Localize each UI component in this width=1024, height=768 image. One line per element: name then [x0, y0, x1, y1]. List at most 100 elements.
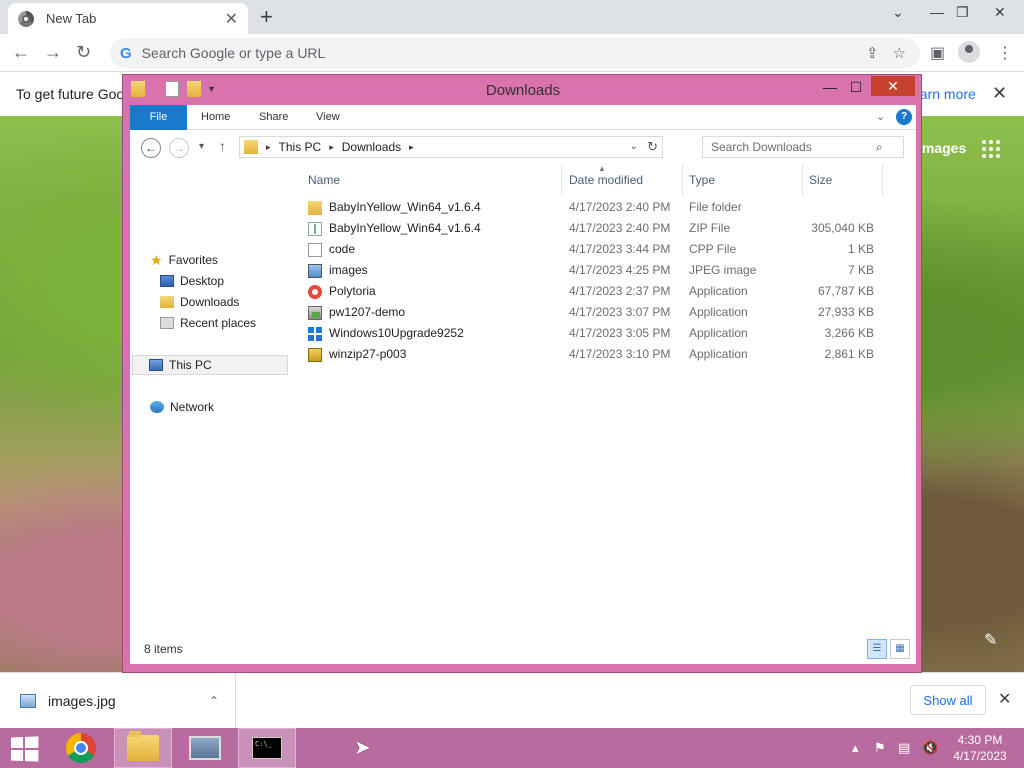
help-icon[interactable]: ? [896, 109, 912, 125]
show-all-button[interactable]: Show all [910, 685, 986, 715]
info-bar-close-icon[interactable]: ✕ [992, 83, 1007, 104]
taskbar-file-explorer-button[interactable] [114, 728, 172, 768]
column-header-size[interactable]: Size [803, 164, 883, 196]
breadcrumb-separator-icon[interactable]: ▸ [266, 142, 271, 153]
taskbar-command-prompt-button[interactable]: C:\_ [238, 728, 296, 768]
table-row[interactable]: Windows10Upgrade9252 4/17/2023 3:05 PM A… [302, 323, 902, 344]
explorer-close-button[interactable]: ✕ [871, 76, 915, 96]
breadcrumb-downloads[interactable]: Downloads [342, 140, 401, 154]
customize-pencil-icon[interactable]: ✎ [984, 630, 997, 650]
breadcrumb-this-pc[interactable]: This PC [279, 140, 322, 154]
file-size [802, 197, 874, 218]
file-size: 2,861 KB [824, 347, 874, 361]
nav-item-favorites[interactable]: ★ Favorites [150, 250, 218, 270]
volume-muted-icon[interactable]: 🔇 [922, 740, 938, 756]
nav-item-this-pc[interactable]: This PC [132, 355, 288, 375]
chevron-up-icon[interactable]: ⌃ [209, 694, 219, 708]
file-type: Application [689, 326, 748, 340]
browser-minimize-button[interactable]: — [930, 4, 944, 20]
search-downloads-box[interactable]: ⌕ [702, 136, 904, 158]
profile-avatar-icon[interactable] [958, 41, 980, 63]
google-apps-icon[interactable] [982, 140, 1000, 158]
nav-label: Network [170, 400, 215, 414]
ribbon-tab-share[interactable]: Share [259, 105, 288, 130]
explorer-back-button[interactable]: ← [141, 138, 161, 158]
explorer-maximize-button[interactable]: ☐ [843, 77, 869, 97]
show-hidden-icons-chevron-icon[interactable]: ▴ [852, 740, 859, 756]
browser-close-button[interactable]: ✕ [994, 4, 1006, 21]
address-bar[interactable]: ▸ This PC ▸ Downloads ▸ ⌄ ↻ [239, 136, 663, 158]
nav-item-network[interactable]: Network [150, 397, 214, 417]
breadcrumb-separator-icon[interactable]: ▸ [409, 142, 414, 153]
omnibox[interactable]: G Search Google or type a URL ⇪ ☆ [110, 38, 920, 68]
google-images-link[interactable]: Images [918, 140, 966, 156]
info-bar-text: To get future Goog [16, 86, 132, 102]
file-size: 67,787 KB [817, 284, 874, 298]
table-row[interactable]: images 4/17/2023 4:25 PM JPEG image 7 KB [302, 260, 902, 281]
search-downloads-input[interactable] [711, 140, 876, 154]
new-tab-button[interactable]: + [260, 6, 273, 28]
column-header-date-modified[interactable]: Date modified [563, 164, 683, 196]
taskbar-chrome-button[interactable] [52, 728, 110, 768]
taskbar-clock[interactable]: 4:30 PM 4/17/2023 [948, 732, 1012, 764]
forward-arrow-icon[interactable]: → [44, 42, 62, 62]
ribbon-tab-file[interactable]: File [130, 105, 187, 130]
ribbon-tab-view[interactable]: View [316, 105, 340, 130]
network-tray-icon[interactable]: ▤ [898, 740, 910, 756]
file-explorer-icon [127, 731, 159, 761]
up-arrow-icon[interactable]: ↑ [219, 138, 226, 154]
large-icons-view-icon[interactable]: ▦ [890, 639, 910, 659]
explorer-minimize-button[interactable]: — [817, 77, 843, 97]
search-icon[interactable]: ⌕ [876, 140, 883, 155]
nav-item-desktop[interactable]: Desktop [160, 271, 224, 291]
taskbar-performance-monitor-button[interactable] [176, 728, 234, 768]
column-header-name[interactable]: Name [302, 164, 562, 196]
ribbon-expand-chevron-icon[interactable]: ⌄ [876, 110, 885, 123]
browser-restore-button[interactable]: ❐ [956, 4, 969, 21]
file-explorer-window: ▾ Downloads — ☐ ✕ File Home Share View ⌄… [122, 74, 922, 673]
browser-tab-new-tab[interactable]: New Tab ✕ [8, 3, 248, 34]
chrome-menu-icon[interactable]: ⋮ [997, 43, 1013, 63]
table-row[interactable]: winzip27-p003 4/17/2023 3:10 PM Applicat… [302, 344, 902, 365]
file-name: code [329, 242, 356, 256]
file-type: Application [689, 284, 748, 298]
table-row[interactable]: BabyInYellow_Win64_v1.6.4 4/17/2023 2:40… [302, 197, 902, 218]
ribbon-tab-home[interactable]: Home [201, 105, 230, 130]
table-row[interactable]: BabyInYellow_Win64_v1.6.4 4/17/2023 2:40… [302, 218, 902, 239]
address-dropdown-icon[interactable]: ⌄ [630, 141, 638, 152]
nav-item-recent-places[interactable]: Recent places [160, 313, 256, 333]
nav-label: Downloads [180, 295, 240, 309]
file-size: 7 KB [847, 263, 874, 277]
column-header-type[interactable]: Type [683, 164, 803, 196]
details-view-icon[interactable]: ☰ [867, 639, 887, 659]
table-row[interactable]: code 4/17/2023 3:44 PM CPP File 1 KB [302, 239, 902, 260]
side-panel-icon[interactable]: ▣ [930, 43, 945, 63]
browser-tab-strip: New Tab ✕ + ⌄ — ❐ ✕ [0, 0, 1024, 34]
file-type: CPP File [689, 242, 737, 256]
windows-start-icon[interactable] [10, 736, 39, 762]
table-row[interactable]: pw1207-demo 4/17/2023 3:07 PM Applicatio… [302, 302, 902, 323]
file-size: 3,266 KB [824, 326, 874, 340]
recent-locations-dropdown-icon[interactable]: ▾ [199, 141, 204, 152]
back-arrow-icon[interactable]: ← [12, 42, 30, 62]
bookmark-star-icon[interactable]: ☆ [893, 44, 906, 62]
tab-close-icon[interactable]: ✕ [225, 9, 238, 29]
nav-item-downloads[interactable]: Downloads [160, 292, 239, 312]
breadcrumb-separator-icon[interactable]: ▸ [329, 142, 334, 153]
recent-places-icon [160, 317, 174, 329]
file-type: Application [689, 305, 748, 319]
download-shelf-close-icon[interactable]: ✕ [998, 689, 1011, 709]
refresh-icon[interactable]: ↻ [647, 139, 658, 155]
reload-icon[interactable]: ↻ [76, 42, 91, 62]
share-icon[interactable]: ⇪ [866, 44, 879, 62]
explorer-forward-button[interactable]: → [169, 138, 189, 158]
file-name: images [329, 263, 368, 277]
explorer-title-bar[interactable]: ▾ Downloads — ☐ ✕ [123, 75, 923, 105]
file-name: Windows10Upgrade9252 [329, 326, 464, 340]
explorer-title: Downloads [485, 82, 561, 99]
nav-label: Recent places [180, 316, 257, 330]
download-item[interactable]: images.jpg ⌃ [0, 673, 236, 729]
action-center-flag-icon[interactable]: ⚑ [874, 740, 886, 756]
table-row[interactable]: Polytoria 4/17/2023 2:37 PM Application … [302, 281, 902, 302]
tab-search-chevron-icon[interactable]: ⌄ [892, 4, 904, 21]
